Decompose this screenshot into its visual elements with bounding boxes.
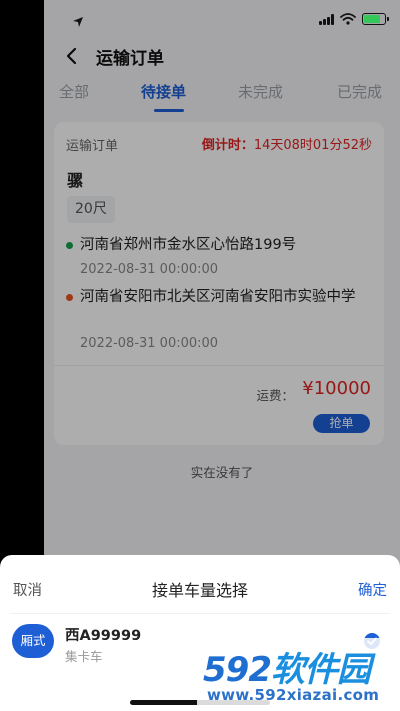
watermark-brand: 592软件园 (203, 650, 371, 690)
battery-charging-icon (362, 13, 389, 25)
sheet-divider (10, 613, 390, 614)
watermark-logo: 592软件园 www.592xiazai.com (197, 638, 400, 711)
status-indicators (319, 13, 389, 25)
vehicle-plate: 西A99999 (65, 628, 142, 644)
confirm-button[interactable]: 确定 (358, 579, 387, 600)
watermark-url: www.592xiazai.com (207, 686, 380, 704)
vehicle-type: 集卡车 (65, 649, 103, 664)
location-arrow-icon (72, 13, 84, 32)
vehicle-type-badge: 厢式 (12, 624, 54, 658)
sheet-title: 接单车量选择 (151, 581, 248, 600)
cellular-signal-icon (319, 13, 334, 25)
status-bar: 58 (0, 0, 400, 42)
status-time: 58 (20, 11, 42, 29)
wifi-icon (340, 13, 356, 25)
